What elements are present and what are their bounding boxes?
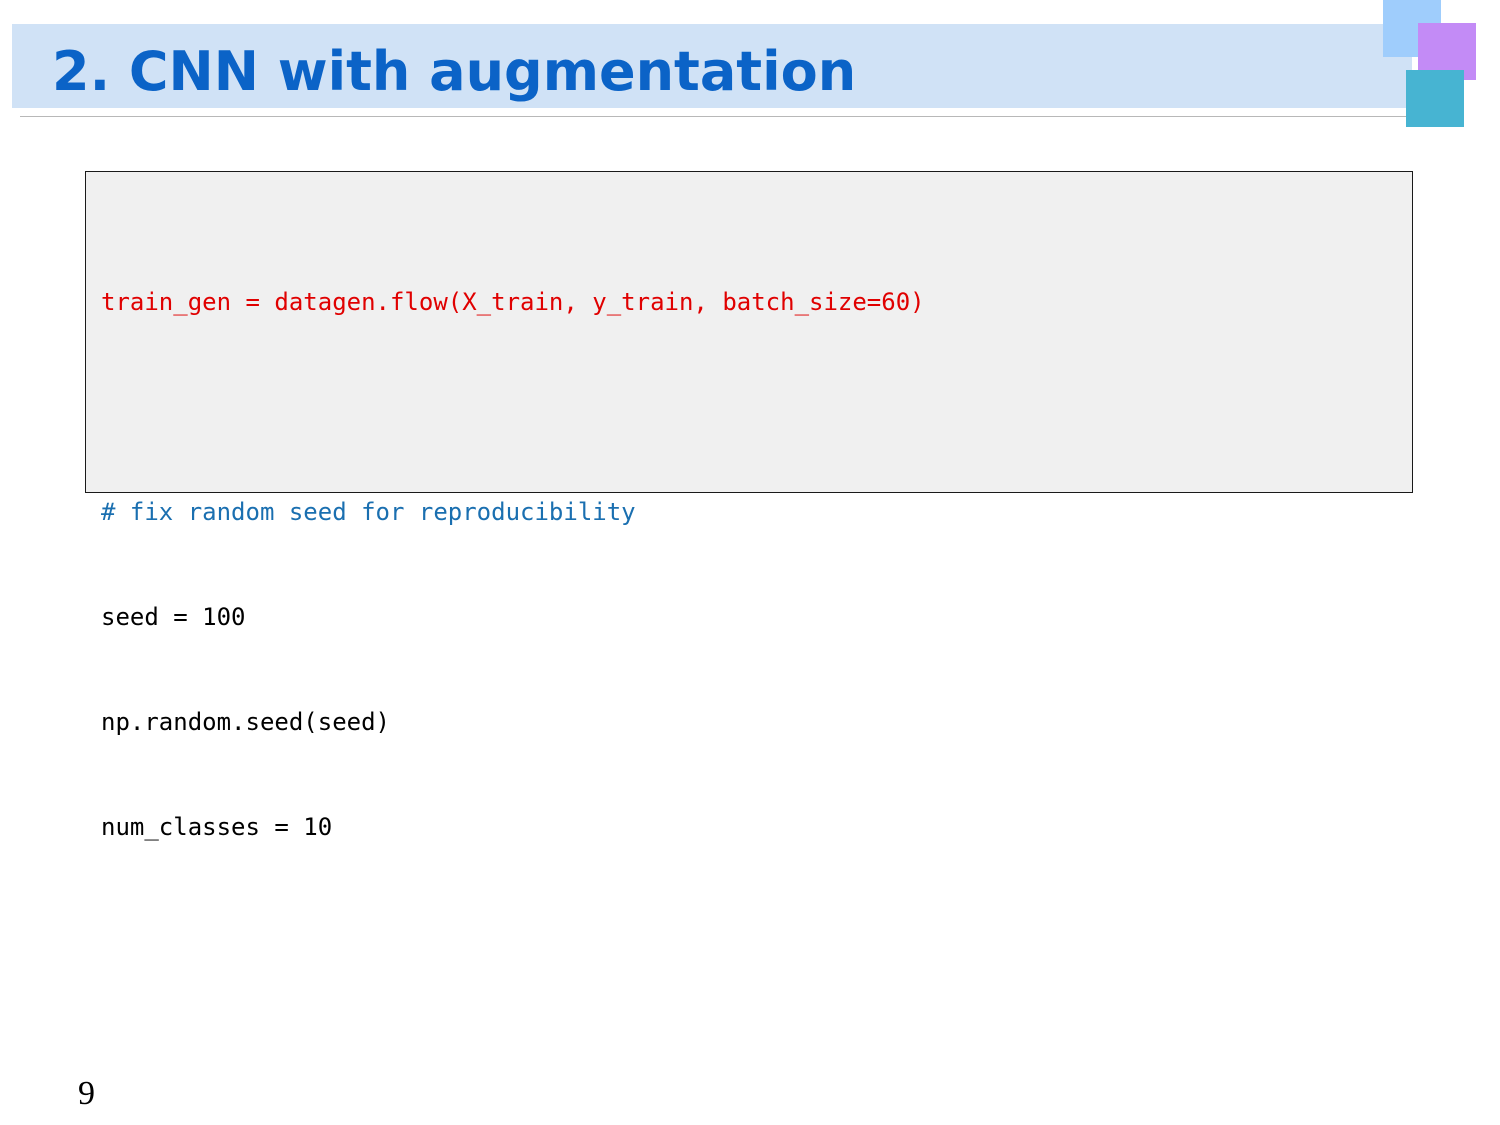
code-line-train-gen: train_gen = datagen.flow(X_train, y_trai… <box>101 288 925 316</box>
code-line-comment: # fix random seed for reproducibility <box>101 498 636 526</box>
code-lines: train_gen = datagen.flow(X_train, y_trai… <box>101 215 925 915</box>
title-divider <box>20 116 1415 117</box>
code-line-seed: seed = 100 <box>101 603 246 631</box>
decorative-square-teal <box>1406 70 1464 127</box>
page-number: 9 <box>78 1075 95 1112</box>
code-block: train_gen = datagen.flow(X_train, y_trai… <box>85 171 1413 841</box>
slide-title: 2. CNN with augmentation <box>52 40 857 103</box>
code-line-np-random-seed: np.random.seed(seed) <box>101 708 390 736</box>
code-line-num-classes: num_classes = 10 <box>101 813 333 841</box>
